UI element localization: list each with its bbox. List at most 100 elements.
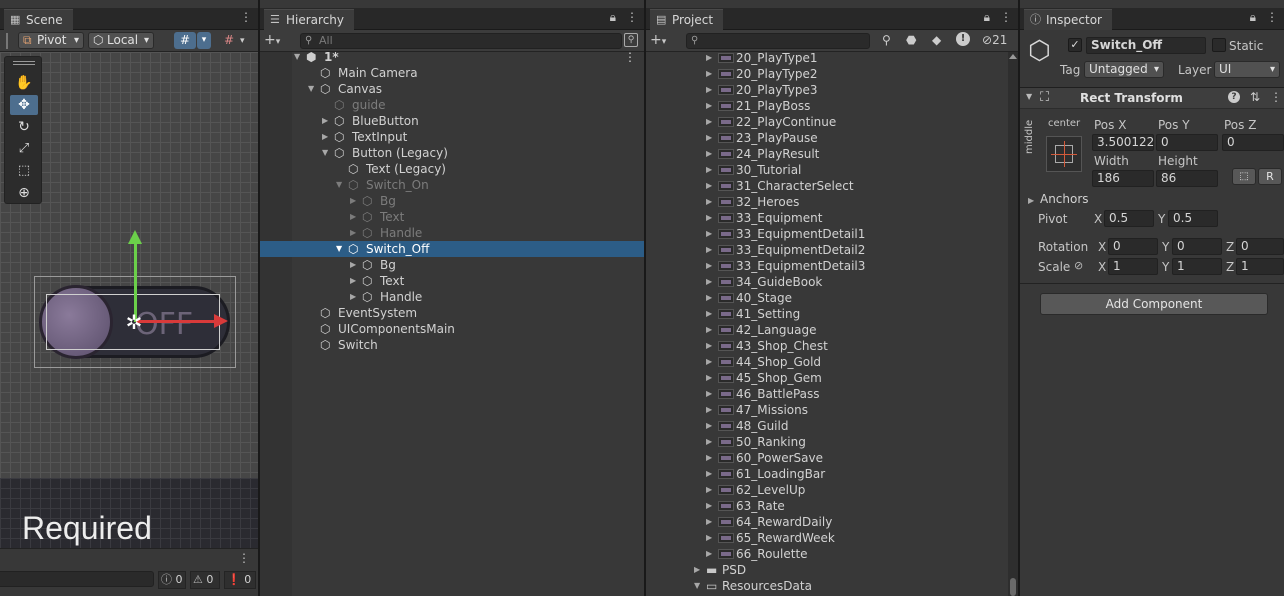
hierarchy-item[interactable]: ⬡ EventSystem (260, 305, 644, 321)
expand-arrow-icon[interactable]: ▼ (322, 145, 328, 161)
collapse-arrow-icon[interactable]: ▶ (350, 273, 356, 289)
project-scrollbar[interactable] (1008, 52, 1018, 596)
project-item[interactable]: ▶ 47_Missions (646, 402, 1008, 418)
console-log-count[interactable]: ⓘ 0 (158, 571, 186, 589)
collapse-arrow-icon[interactable]: ▶ (706, 322, 712, 338)
project-item[interactable]: ▶ 20_PlayType1 (646, 50, 1008, 66)
constrain-proportions-icon[interactable]: ⊘ (1074, 259, 1083, 272)
collapse-arrow-icon[interactable]: ▶ (706, 50, 712, 66)
snap-dropdown-icon[interactable]: ▾ (197, 32, 211, 49)
hierarchy-item[interactable]: ▶ ⬡ Handle (260, 289, 644, 305)
filter-by-label-icon[interactable]: ◆ (932, 33, 941, 47)
create-button[interactable]: +▾ (264, 32, 280, 48)
rect-tool-icon[interactable]: ⬚ (10, 161, 38, 181)
project-item[interactable]: ▶ 65_RewardWeek (646, 530, 1008, 546)
component-menu-icon[interactable]: ⋮ (1270, 90, 1282, 104)
presets-icon[interactable]: ⇅ (1250, 90, 1260, 104)
scale-tool-icon[interactable]: ⤢ (10, 139, 38, 159)
hierarchy-item[interactable]: ⬡ guide (260, 97, 644, 113)
pos-x-field[interactable]: 3.500122 (1092, 134, 1154, 151)
expand-arrow-icon[interactable]: ▼ (694, 578, 700, 594)
collapse-arrow-icon[interactable]: ▶ (706, 482, 712, 498)
lock-icon[interactable]: 🔒︎ (1250, 10, 1256, 24)
expand-arrow-icon[interactable]: ▼ (294, 49, 300, 65)
local-dropdown[interactable]: ⬡ Local (88, 32, 154, 49)
collapse-arrow-icon[interactable]: ▶ (706, 194, 712, 210)
search-options-icon[interactable]: ⚲ (624, 33, 638, 47)
hand-tool-icon[interactable]: ✋ (10, 73, 38, 93)
project-item[interactable]: ▶ 60_PowerSave (646, 450, 1008, 466)
project-item[interactable]: ▶ 43_Shop_Chest (646, 338, 1008, 354)
gizmo-x-axis[interactable] (136, 320, 220, 323)
scroll-up-icon[interactable] (1009, 54, 1017, 59)
gizmo-center-icon[interactable]: ✲ (122, 310, 146, 334)
collapse-arrow-icon[interactable]: ▶ (350, 193, 356, 209)
collapse-arrow-icon[interactable]: ▶ (706, 306, 712, 322)
rot-y-field[interactable]: 0 (1172, 238, 1222, 255)
project-item[interactable]: ▶ 41_Setting (646, 306, 1008, 322)
project-item[interactable]: ▶ 61_LoadingBar (646, 466, 1008, 482)
rect-transform-header[interactable]: ▼ ⛶ Rect Transform ? ⇅ ⋮ (1020, 87, 1284, 109)
project-item[interactable]: ▶ 21_PlayBoss (646, 98, 1008, 114)
search-by-type-icon[interactable]: ⚲ (882, 33, 891, 47)
pos-z-field[interactable]: 0 (1222, 134, 1284, 151)
create-button[interactable]: +▾ (650, 32, 666, 48)
collapse-arrow-icon[interactable]: ▶ (706, 210, 712, 226)
collapse-arrow-icon[interactable]: ▶ (706, 82, 712, 98)
move-tool-icon[interactable]: ✥ (10, 95, 38, 115)
project-item[interactable]: ▶ 34_GuideBook (646, 274, 1008, 290)
lock-icon[interactable]: 🔒︎ (610, 10, 616, 24)
more-menu-icon[interactable]: ⋮ (1266, 10, 1278, 24)
collapse-arrow-icon[interactable]: ▶ (706, 530, 712, 546)
collapse-arrow-icon[interactable]: ▶ (706, 178, 712, 194)
project-item[interactable]: ▶ 33_Equipment (646, 210, 1008, 226)
project-item[interactable]: ▶ 48_Guild (646, 418, 1008, 434)
gizmo-x-arrow-icon[interactable] (214, 314, 228, 328)
expand-arrow-icon[interactable]: ▼ (336, 241, 342, 257)
collapse-arrow-icon[interactable]: ▶ (706, 370, 712, 386)
hierarchy-item[interactable]: ▼ ⬡ Button (Legacy) (260, 145, 644, 161)
project-item[interactable]: ▶ 23_PlayPause (646, 130, 1008, 146)
more-menu-icon[interactable]: ⋮ (626, 10, 638, 24)
collapse-arrow-icon[interactable]: ▶ (706, 242, 712, 258)
collapse-arrow-icon[interactable]: ▶ (706, 386, 712, 402)
project-item[interactable]: ▶ 30_Tutorial (646, 162, 1008, 178)
collapse-arrow-icon[interactable]: ▶ (706, 514, 712, 530)
project-item[interactable]: ▶ 33_EquipmentDetail2 (646, 242, 1008, 258)
project-item[interactable]: ▶ 63_Rate (646, 498, 1008, 514)
pivot-dropdown[interactable]: ⧉ Pivot (18, 32, 84, 49)
add-component-button[interactable]: Add Component (1040, 293, 1268, 315)
snap-grid-button[interactable]: # (174, 32, 196, 49)
scene-viewport[interactable]: ✋ ✥ ↻ ⤢ ⬚ ⊕ OFF ✲ Required (0, 52, 258, 548)
project-item[interactable]: ▶ 42_Language (646, 322, 1008, 338)
project-item[interactable]: ▶ 66_Roulette (646, 546, 1008, 562)
project-folder-psd[interactable]: ▶ ▬ PSD (646, 562, 1008, 578)
scrollbar-thumb[interactable] (1010, 578, 1016, 596)
collapse-arrow-icon[interactable]: ▶ (706, 114, 712, 130)
hierarchy-item[interactable]: ▶ ⬡ Handle (260, 225, 644, 241)
height-field[interactable]: 86 (1156, 170, 1218, 187)
hierarchy-item[interactable]: ▶ ⬡ Text (260, 273, 644, 289)
collapse-arrow-icon[interactable]: ▶ (350, 257, 356, 273)
hierarchy-item[interactable]: ▼ ⬡ Canvas (260, 81, 644, 97)
collapse-arrow-icon[interactable]: ▶ (706, 226, 712, 242)
project-item[interactable]: ▶ 32_Heroes (646, 194, 1008, 210)
hierarchy-item[interactable]: ⬡ UIComponentsMain (260, 321, 644, 337)
hierarchy-item[interactable]: ⬡ Text (Legacy) (260, 161, 644, 177)
active-checkbox[interactable]: ✓ (1068, 38, 1082, 52)
collapse-arrow-icon[interactable]: ▶ (706, 546, 712, 562)
collapse-arrow-icon[interactable]: ▶ (706, 66, 712, 82)
project-item[interactable]: ▶ 31_CharacterSelect (646, 178, 1008, 194)
hierarchy-item-selected[interactable]: ▼ ⬡ Switch_Off (260, 241, 644, 257)
foldout-arrow-icon[interactable]: ▶ (1028, 196, 1034, 205)
collapse-arrow-icon[interactable]: ▶ (322, 129, 328, 145)
project-item[interactable]: ▶ 20_PlayType3 (646, 82, 1008, 98)
hierarchy-search-input[interactable]: ⚲ All (300, 33, 622, 49)
collapse-arrow-icon[interactable]: ▶ (706, 354, 712, 370)
project-item[interactable]: ▶ 40_Stage (646, 290, 1008, 306)
collapse-arrow-icon[interactable]: ▶ (350, 209, 356, 225)
lock-icon[interactable]: 🔒︎ (984, 10, 990, 24)
scale-x-field[interactable]: 1 (1108, 258, 1158, 275)
transform-tool-icon[interactable]: ⊕ (10, 183, 38, 203)
hierarchy-item[interactable]: ▶ ⬡ Bg (260, 193, 644, 209)
